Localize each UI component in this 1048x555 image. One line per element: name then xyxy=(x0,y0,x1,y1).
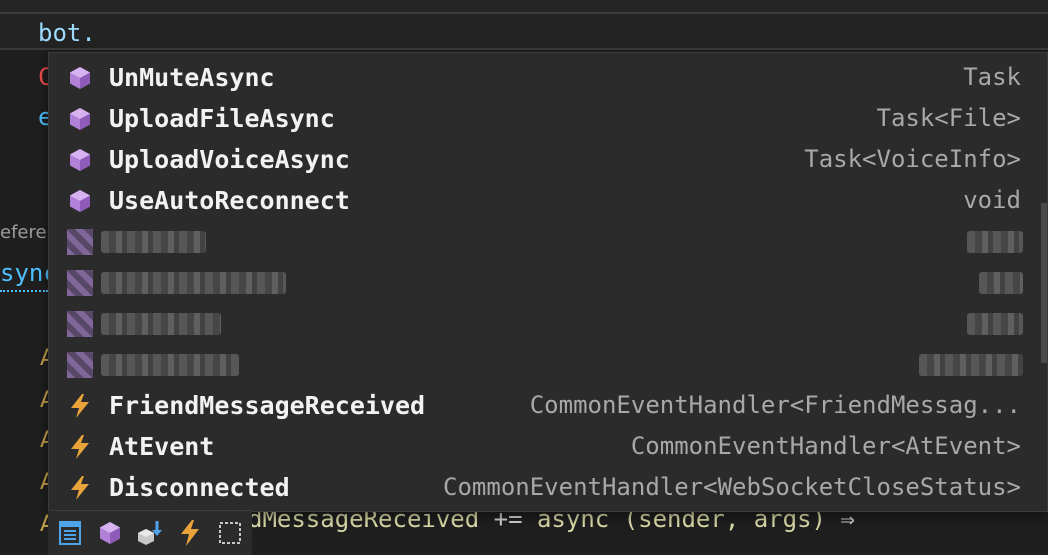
completion-item-atevent[interactable]: AtEvent CommonEventHandler<AtEvent> xyxy=(49,426,1039,467)
events-filter-icon[interactable] xyxy=(176,519,204,547)
method-icon xyxy=(70,149,90,171)
current-code-line xyxy=(0,14,1048,50)
completion-item-uploadvoiceasync[interactable]: UploadVoiceAsync Task<VoiceInfo> xyxy=(49,139,1039,180)
redacted-label xyxy=(101,313,221,335)
redacted-icon xyxy=(67,352,93,378)
redacted-icon xyxy=(67,229,93,255)
snippets-filter-icon[interactable] xyxy=(216,519,244,547)
completion-item-type: Task<File> xyxy=(876,104,1022,132)
completion-filter-bar xyxy=(48,510,252,555)
extension-methods-filter-icon[interactable] xyxy=(136,519,164,547)
completion-item-type: CommonEventHandler<AtEvent> xyxy=(630,432,1021,460)
code-bot-member-access: bot. xyxy=(38,19,96,47)
codelens-references[interactable]: eferer xyxy=(0,222,54,243)
redacted-label xyxy=(101,272,286,294)
completion-item-type: Task xyxy=(963,63,1021,91)
completion-item-label: UseAutoReconnect xyxy=(109,186,350,215)
completion-scrollbar[interactable] xyxy=(1041,203,1047,363)
completion-item-disconnected[interactable]: Disconnected CommonEventHandler<WebSocke… xyxy=(49,467,1039,508)
completion-item-type: CommonEventHandler<FriendMessag... xyxy=(529,391,1021,419)
intellisense-completion-list[interactable]: UnMuteAsync Task UploadFileAsync Task<Fi… xyxy=(48,52,1048,512)
completion-item-friendmessagereceived[interactable]: FriendMessageReceived CommonEventHandler… xyxy=(49,385,1039,426)
completion-item-redacted[interactable] xyxy=(49,344,1039,385)
completion-item-redacted[interactable] xyxy=(49,303,1039,344)
completion-item-redacted[interactable] xyxy=(49,262,1039,303)
redacted-type xyxy=(919,354,1023,376)
redacted-type xyxy=(979,272,1023,294)
redacted-type xyxy=(967,313,1023,335)
completion-item-unmuteasync[interactable]: UnMuteAsync Task xyxy=(49,57,1039,98)
completion-item-label: UnMuteAsync xyxy=(109,63,275,92)
completion-item-redacted[interactable] xyxy=(49,221,1039,262)
completion-item-useautoreconnect[interactable]: UseAutoReconnect void xyxy=(49,180,1039,221)
redacted-icon xyxy=(67,270,93,296)
methods-filter-icon[interactable] xyxy=(96,519,124,547)
event-icon xyxy=(71,476,89,500)
error-squiggle xyxy=(0,286,48,292)
properties-filter-icon[interactable] xyxy=(56,519,84,547)
completion-item-type: CommonEventHandler<WebSocketCloseStatus> xyxy=(443,473,1021,501)
redacted-label xyxy=(101,231,206,253)
completion-item-label: AtEvent xyxy=(109,432,215,461)
completion-item-label: UploadFileAsync xyxy=(109,104,335,133)
method-icon xyxy=(70,108,90,130)
redacted-icon xyxy=(67,311,93,337)
method-icon xyxy=(70,190,90,212)
event-icon xyxy=(71,394,89,418)
completion-item-uploadfileasync[interactable]: UploadFileAsync Task<File> xyxy=(49,98,1039,139)
completion-item-label: Disconnected xyxy=(109,473,290,502)
redacted-label xyxy=(101,354,239,376)
completion-item-label: UploadVoiceAsync xyxy=(109,145,350,174)
event-icon xyxy=(71,435,89,459)
previous-code-line xyxy=(0,0,1048,14)
redacted-type xyxy=(967,231,1023,253)
completion-item-label: FriendMessageReceived xyxy=(109,391,426,420)
completion-item-type: void xyxy=(963,186,1021,214)
completion-item-type: Task<VoiceInfo> xyxy=(804,145,1021,173)
method-icon xyxy=(70,67,90,89)
